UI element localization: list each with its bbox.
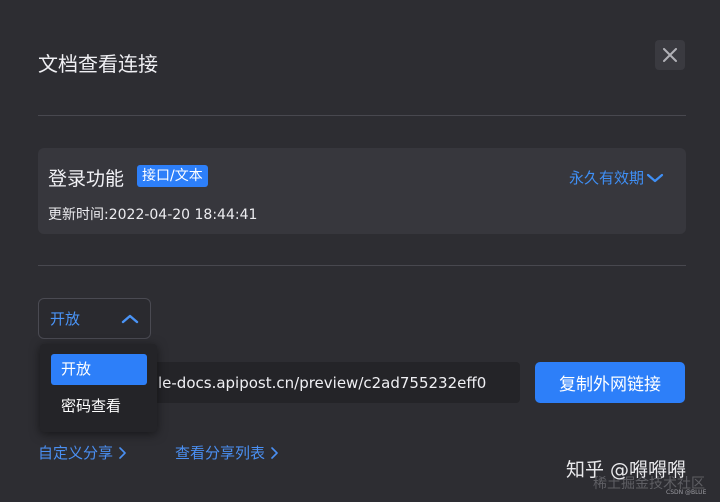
copy-link-button[interactable]: 复制外网链接 [535,362,685,403]
divider-middle [38,265,686,266]
share-url-field[interactable]: le-docs.apipost.cn/preview/c2ad755232eff… [150,362,520,403]
watermark-main: 知乎 @嘚嘚嘚 [566,459,687,481]
share-list-label: 查看分享列表 [175,444,266,462]
access-mode-select[interactable]: 开放 [38,298,151,339]
validity-label: 永久有效期 [568,169,644,187]
menu-item-open[interactable]: 开放 [51,354,147,385]
custom-share-link[interactable]: 自定义分享 [38,442,126,463]
chevron-down-icon [646,173,664,182]
close-button[interactable] [655,40,685,70]
doc-info-card: 登录功能 接口/文本 更新时间:2022-04-20 18:44:41 永久有效… [38,148,686,234]
share-list-link[interactable]: 查看分享列表 [175,442,278,463]
chevron-right-icon [271,446,278,459]
chevron-right-icon [119,446,126,459]
share-url-text: le-docs.apipost.cn/preview/c2ad755232eff… [158,373,487,392]
chevron-up-icon [121,314,139,323]
watermark-csdn: CSDN @BLUE [666,489,707,496]
custom-share-label: 自定义分享 [38,444,114,462]
validity-dropdown[interactable]: 永久有效期 [569,167,664,188]
menu-item-password[interactable]: 密码查看 [51,391,147,422]
close-icon [663,48,677,62]
doc-type-badge: 接口/文本 [137,165,208,187]
doc-title: 登录功能 [48,168,125,190]
share-dialog: 文档查看连接 登录功能 接口/文本 更新时间:2022-04-20 18:44:… [0,0,720,502]
access-mode-value: 开放 [50,310,81,328]
divider-top [38,115,686,116]
update-time: 更新时间:2022-04-20 18:44:41 [48,207,258,223]
access-mode-menu: 开放 密码查看 [40,344,157,432]
dialog-title: 文档查看连接 [38,52,158,76]
